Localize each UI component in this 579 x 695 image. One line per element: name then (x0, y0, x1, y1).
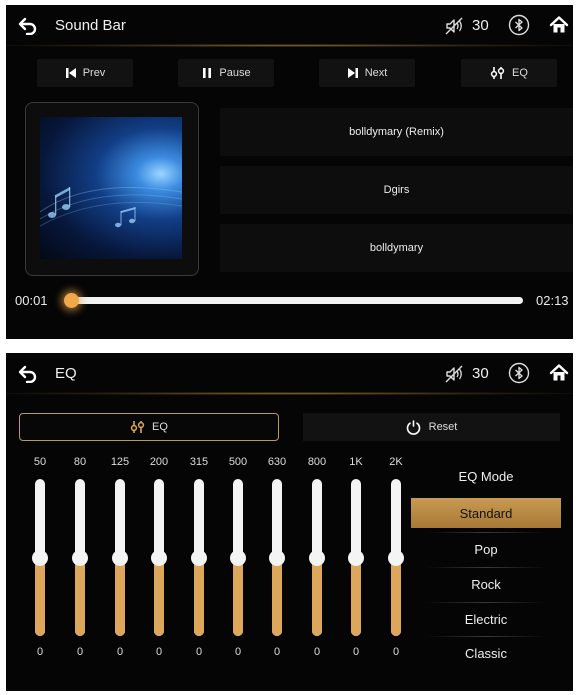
eq-band-thumb[interactable] (230, 549, 246, 566)
current-time: 00:01 (15, 293, 48, 308)
pause-icon (203, 68, 212, 78)
eq-band-thumb[interactable] (191, 549, 207, 566)
eq-mode-classic[interactable]: Classic (411, 638, 561, 668)
back-icon[interactable] (18, 365, 38, 383)
band-value: 0 (76, 646, 84, 658)
progress-bar[interactable] (66, 297, 523, 304)
mode-divider (426, 636, 546, 637)
eq-mode-rock[interactable]: Rock (411, 569, 561, 599)
prev-label: Prev (82, 67, 106, 79)
band-frequency-label: 1K (349, 456, 363, 468)
band-frequency-label: 125 (110, 456, 130, 468)
band-frequency-label: 80 (73, 456, 87, 468)
album-art (40, 117, 182, 259)
mode-divider (426, 567, 546, 568)
progress-knob[interactable] (63, 293, 79, 308)
eq-band-fill (233, 557, 243, 636)
volume-value: 30 (472, 17, 489, 34)
band-frequency-label: 2K (389, 456, 403, 468)
bluetooth-icon[interactable] (508, 14, 530, 36)
eq-icon (490, 67, 505, 79)
eq-band-fill (391, 557, 401, 636)
reset-button[interactable]: Reset (303, 413, 560, 441)
pause-label: Pause (219, 67, 251, 79)
band-frequency-label: 800 (307, 456, 327, 468)
home-icon[interactable] (549, 363, 569, 383)
eq-band-fill (194, 557, 204, 636)
eq-tab-button[interactable]: EQ (19, 413, 279, 441)
album-name: bolldymary (220, 224, 573, 272)
band-value: 0 (313, 646, 321, 658)
eq-mode-title: EQ Mode (458, 469, 514, 484)
band-frequency-label: 500 (228, 456, 248, 468)
eq-band-thumb[interactable] (269, 549, 285, 566)
eq-band-fill (351, 557, 361, 636)
band-value: 0 (155, 646, 163, 658)
music-note-icon (40, 187, 182, 228)
eq-band-thumb[interactable] (151, 549, 167, 566)
band-value: 0 (352, 646, 360, 658)
page-title: Sound Bar (55, 17, 126, 34)
eq-band-fill (154, 557, 164, 636)
reset-label: Reset (428, 421, 458, 433)
eq-band-thumb[interactable] (72, 549, 88, 566)
next-icon (347, 68, 358, 78)
eq-band-thumb[interactable] (112, 549, 128, 566)
band-value: 0 (234, 646, 242, 658)
top-bar: Sound Bar 30 (6, 5, 573, 47)
eq-band-fill (75, 557, 85, 636)
volume-mute-icon[interactable] (444, 364, 464, 384)
reset-icon (406, 419, 420, 435)
eq-label: EQ (512, 67, 528, 79)
eq-band-fill (35, 557, 45, 636)
band-frequency-label: 630 (267, 456, 287, 468)
top-bar-divider (6, 44, 573, 47)
pause-button[interactable]: Pause (178, 59, 274, 87)
music-player-screen: Sound Bar 30 Prev Pause Next EQ bolldyma… (6, 5, 573, 339)
volume-value: 30 (472, 365, 489, 382)
volume-mute-icon[interactable] (444, 16, 464, 36)
band-value: 0 (116, 646, 124, 658)
top-bar-divider (6, 392, 573, 395)
band-frequency-label: 315 (189, 456, 209, 468)
prev-button[interactable]: Prev (37, 59, 133, 87)
prev-icon (65, 68, 76, 78)
band-frequency-label: 50 (33, 456, 47, 468)
eq-icon (130, 421, 145, 433)
eq-band-thumb[interactable] (32, 549, 48, 566)
eq-band-fill (272, 557, 282, 636)
band-value: 0 (36, 646, 44, 658)
band-frequency-label: 200 (149, 456, 169, 468)
home-icon[interactable] (549, 15, 569, 35)
band-value: 0 (195, 646, 203, 658)
next-button[interactable]: Next (319, 59, 415, 87)
page-title: EQ (55, 365, 77, 382)
next-label: Next (364, 67, 388, 79)
album-art-frame (25, 102, 199, 276)
mode-divider (426, 602, 546, 603)
top-bar: EQ 30 (6, 353, 573, 395)
eq-mode-pop[interactable]: Pop (411, 534, 561, 564)
eq-band-thumb[interactable] (388, 549, 404, 566)
band-value: 0 (392, 646, 400, 658)
eq-band-fill (312, 557, 322, 636)
mode-divider (426, 532, 546, 533)
bluetooth-icon[interactable] (508, 362, 530, 384)
song-title: bolldymary (Remix) (220, 108, 573, 156)
band-value: 0 (273, 646, 281, 658)
eq-band-fill (115, 557, 125, 636)
eq-button[interactable]: EQ (461, 59, 557, 87)
eq-band-thumb[interactable] (348, 549, 364, 566)
artist-name: Dgirs (220, 166, 573, 214)
eq-screen: EQ 30 EQ Reset 50 0 80 0 125 0 200 0 315… (6, 353, 573, 691)
eq-band-thumb[interactable] (309, 549, 325, 566)
eq-tab-label: EQ (152, 421, 168, 433)
back-icon[interactable] (18, 17, 38, 35)
eq-mode-standard[interactable]: Standard (411, 498, 561, 528)
total-time: 02:13 (536, 293, 569, 308)
eq-mode-electric[interactable]: Electric (411, 604, 561, 634)
